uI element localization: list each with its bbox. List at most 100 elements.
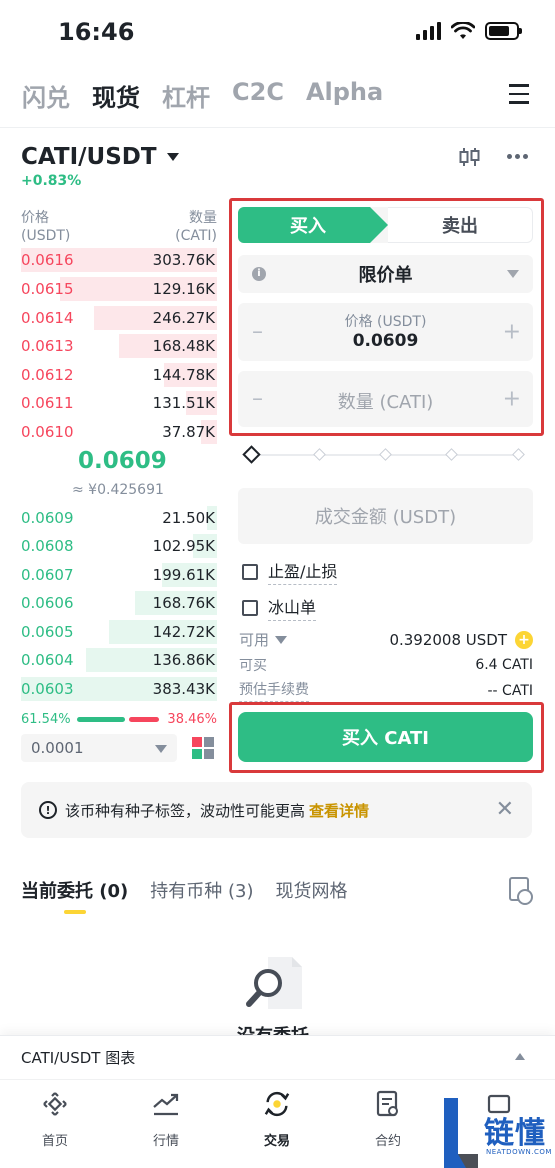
price-header-label: 价格 [21,210,49,226]
can-buy-row: 可买 6.4 CATI [239,655,533,675]
quantity-placeholder: 数量 (CATI) [337,392,434,413]
sell-ratio: 38.46% [167,711,217,727]
sell-tab[interactable]: 卖出 [388,207,533,243]
precision-value: 0.0001 [31,739,84,757]
tab-alpha[interactable]: Alpha [306,78,383,113]
iceberg-option[interactable]: 冰山单 [242,594,317,621]
status-time: 16:46 [58,18,135,46]
amount-slider[interactable] [242,445,526,464]
home-icon [41,1090,69,1118]
slider-mark-75[interactable] [445,448,458,461]
ask-row[interactable]: 0.0612 144.78K [21,361,217,389]
nav-futures[interactable]: 合约 [353,1090,423,1149]
tp-sl-option[interactable]: 止盈/止损 [242,558,338,585]
buy-ratio: 61.54% [21,711,71,727]
order-history-icon[interactable] [509,877,533,905]
chart-expander[interactable]: CATI/USDT 图表 [0,1035,555,1079]
bid-row[interactable]: 0.0606 168.76K [21,589,217,617]
slider-handle[interactable] [242,445,261,464]
markets-icon [152,1090,180,1118]
ask-row[interactable]: 0.0615 129.16K [21,275,217,303]
close-icon[interactable]: ✕ [496,797,514,822]
orderbook-layout-icon[interactable] [192,737,214,759]
slider-mark-50[interactable] [379,448,392,461]
buy-ratio-bar [76,716,125,722]
tab-c2c[interactable]: C2C [232,78,284,113]
buy-button[interactable]: 买入 CATI [238,712,533,762]
notice-details-link[interactable]: 查看详情 [309,800,369,821]
more-options-icon[interactable] [507,154,528,159]
tab-convert[interactable]: 闪兑 [22,78,70,113]
pair-selector[interactable]: CATI/USDT [21,144,179,170]
bid-row[interactable]: 0.0609 21.50K [21,504,217,532]
slider-mark-100[interactable] [512,448,525,461]
tab-open-orders[interactable]: 当前委托 (0) [21,877,128,903]
bid-price: 0.0609 [21,509,74,527]
bid-row[interactable]: 0.0605 142.72K [21,618,217,646]
last-price: 0.0609 [78,448,167,474]
slider-mark-25[interactable] [313,448,326,461]
total-input[interactable]: 成交金额 (USDT) [238,488,533,544]
qty-increment-button[interactable]: + [503,387,521,412]
tab-spot-grid[interactable]: 现货网格 [275,877,347,903]
add-funds-icon[interactable]: + [515,630,533,649]
futures-icon [374,1090,402,1118]
order-type-label: 限价单 [358,265,413,286]
bid-qty: 383.43K [152,680,215,698]
iceberg-checkbox[interactable] [242,599,258,616]
ask-qty: 144.78K [152,366,215,384]
buy-tab[interactable]: 买入 [238,207,388,243]
nav-trade[interactable]: 交易 [242,1090,312,1149]
candlestick-chart-icon[interactable] [459,146,481,168]
bid-price: 0.0607 [21,566,74,584]
total-placeholder: 成交金额 (USDT) [314,507,457,528]
info-icon[interactable]: i [252,267,266,281]
available-label[interactable]: 可用 [239,629,269,650]
quantity-input[interactable]: – 数量 (CATI) + [238,371,533,427]
ask-row[interactable]: 0.0610 37.87K [21,418,217,446]
bid-price: 0.0603 [21,680,74,698]
chart-bar-label: CATI/USDT 图表 [21,1049,136,1067]
ask-qty: 246.27K [152,309,215,327]
precision-select[interactable]: 0.0001 [21,734,177,762]
tab-margin[interactable]: 杠杆 [162,78,210,113]
watermark-subtext: NEATDOWN.COM [486,1148,552,1156]
bid-row[interactable]: 0.0608 102.95K [21,532,217,560]
ask-price: 0.0610 [21,423,74,441]
nav-home-label: 首页 [41,1134,68,1149]
divider [0,127,555,128]
ask-row[interactable]: 0.0614 246.27K [21,304,217,332]
ask-row[interactable]: 0.0613 168.48K [21,332,217,360]
nav-markets[interactable]: 行情 [131,1090,201,1149]
tab-spot[interactable]: 现货 [92,78,140,113]
price-increment-button[interactable]: + [503,320,521,345]
tp-sl-checkbox[interactable] [242,563,258,580]
ask-price: 0.0614 [21,309,74,327]
bid-row[interactable]: 0.0603 383.43K [21,675,217,703]
bid-row[interactable]: 0.0604 136.86K [21,646,217,674]
price-input[interactable]: – 价格 (USDT) 0.0609 + [238,303,533,361]
status-icons [416,22,522,40]
ask-price: 0.0612 [21,366,74,384]
can-buy-value: 6.4 CATI [475,657,533,673]
sell-ratio-bar [128,716,159,722]
nav-home[interactable]: 首页 [20,1090,90,1149]
bid-row[interactable]: 0.0607 199.61K [21,561,217,589]
bid-qty: 136.86K [152,651,215,669]
menu-icon[interactable] [509,84,529,110]
order-type-select[interactable]: i 限价单 [238,255,533,293]
bid-price: 0.0605 [21,623,74,641]
qty-header-label: 数量 [189,210,217,226]
price-input-value: 0.0609 [352,331,419,351]
tp-sl-label: 止盈/止损 [268,558,338,585]
buy-sell-toggle: 买入 卖出 [238,207,533,243]
chevron-down-icon [166,153,179,161]
price-change: +0.83% [21,173,82,189]
available-value: 0.392008 USDT [389,630,507,649]
trade-icon [263,1090,291,1118]
watermark-l-icon [444,1098,478,1168]
bid-qty: 21.50K [162,509,215,527]
tab-holdings[interactable]: 持有币种 (3) [150,877,253,903]
ask-row[interactable]: 0.0611 131.51K [21,389,217,417]
ask-row[interactable]: 0.0616 303.76K [21,246,217,274]
